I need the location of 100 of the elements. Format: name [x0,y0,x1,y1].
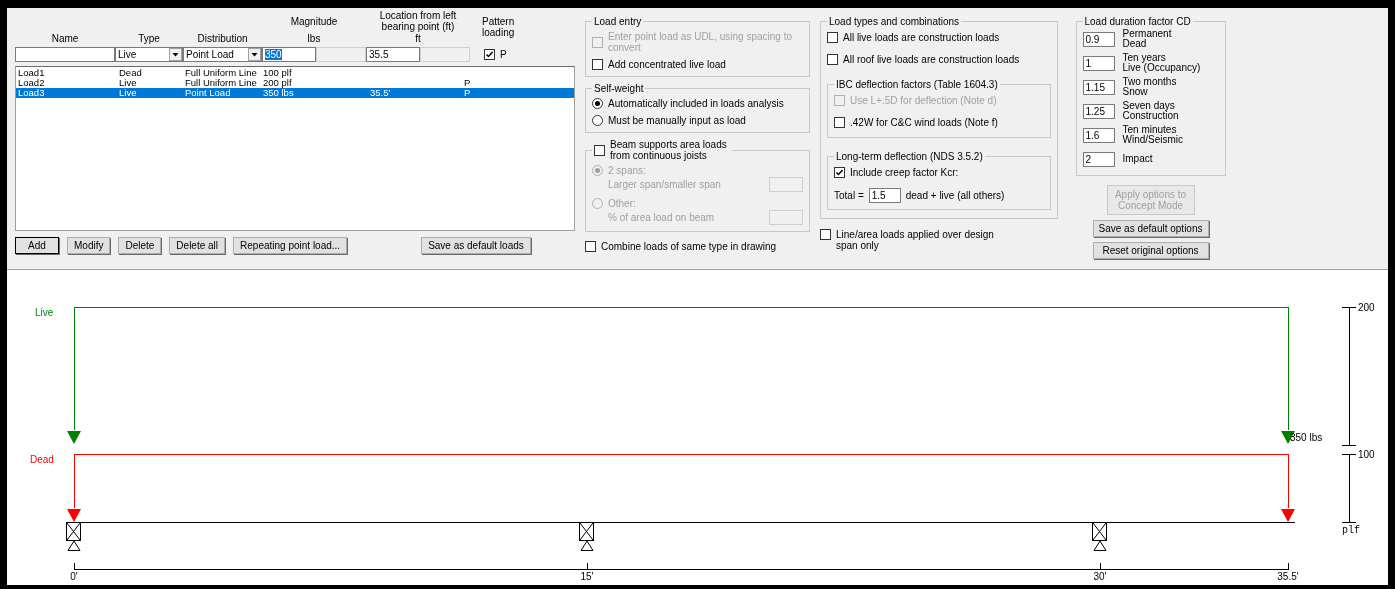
list-cell-text: Dead [119,68,143,78]
column-header: Distribution [196,33,249,44]
factor-label: Ten minutes [1122,125,1178,135]
checkbox-label: All live loads are construction loads [843,32,1000,43]
list-action-button[interactable]: Add [15,237,59,254]
checkbox-label: Use L+.5D for deflection (Note d) [850,95,997,106]
list-row[interactable]: Load3 Live Point Load 350 lbs 35.5' P [16,88,574,98]
factor-field[interactable]: 1 [1082,55,1115,71]
factor-label: Permanent [1122,29,1172,39]
group-title: Load duration factor CD [1083,16,1192,27]
factor-label: Ten years [1122,53,1166,63]
factor-field[interactable]: 0.9 [1082,31,1115,47]
column-header: Type [137,33,161,44]
type-dropdown[interactable]: Live [115,46,183,62]
location-field[interactable]: 35.5 [366,46,420,62]
group-title: Self-weight [593,83,645,94]
input-field[interactable] [769,177,803,192]
checkbox[interactable] [834,117,845,128]
distribution-dropdown[interactable]: Point Load [183,46,262,62]
scale-label: 100 [1358,449,1375,460]
list-cell-text: 200 plf [263,78,293,88]
list-cell-text: Point Load [185,88,232,98]
checkbox-label: All roof live loads are construction loads [843,54,1020,65]
list-cell-text: Live [119,78,138,88]
creep-factor-field[interactable]: 1.5 [868,188,901,203]
list-cell-text: 35.5' [370,88,392,98]
list-cell-text: Load3 [18,88,46,98]
radio-button[interactable] [592,115,603,126]
list-action-button[interactable]: Delete all [169,237,226,254]
dimension-label: 35.5' [1277,571,1299,582]
list-action-button[interactable]: Delete [118,237,162,254]
group-title: IBC deflection factors (Table 1604.3) [835,79,999,90]
magnitude-field[interactable]: 350 [262,46,316,62]
list-action-button[interactable]: Modify [67,237,111,254]
checkbox[interactable] [592,59,603,70]
scale-bar [1341,453,1357,523]
factor-label: Wind/Seismic [1122,135,1184,145]
dimension-label: 15' [580,571,594,582]
dimension-label: 30' [1093,571,1107,582]
caret-icon [169,47,182,61]
unit-label: lbs [307,33,321,44]
list-cell-text: Full Uniform Line [185,78,258,88]
group-title: Load types and combinations [828,16,961,27]
checkbox-label: Add concentrated live load [608,59,726,70]
load-type-label: Live [35,307,54,318]
checkbox[interactable] [594,144,605,156]
factor-field[interactable]: 1.15 [1082,79,1115,95]
checkbox[interactable] [827,54,838,65]
checkbox-label: Enter point load as UDL, using spacing to convert [608,31,793,53]
factor-label: Construction [1122,111,1179,121]
caret-icon [248,47,261,61]
checkbox[interactable] [834,167,845,178]
list-row[interactable]: Load1 Dead Full Uniform Line 100 plf [16,68,574,78]
column-header: Magnitude [290,16,338,27]
checkbox-label: Line/area loads applied over design span only [836,229,995,251]
list-cell-text: 100 plf [263,68,293,78]
factor-field[interactable]: 1.6 [1082,127,1115,143]
options-button[interactable]: Reset original options [1092,242,1209,259]
list-cell-text: Load1 [18,68,46,78]
checkbox[interactable] [585,241,596,252]
radio-label: Automatically included in loads analysis [608,98,784,109]
list-row[interactable]: Load2 Live Full Uniform Line 200 plf P [16,78,574,88]
unit-field [420,46,470,62]
list-cell-text: Live [119,88,138,98]
unit-label: ft [415,33,421,44]
save-loads-button[interactable]: Save as default loads [421,237,531,254]
options-button[interactable]: Save as default options [1092,220,1209,237]
checkbox[interactable] [484,48,495,60]
group-title: Load entry [593,16,643,27]
column-header: Name [50,33,80,44]
list-cell-text: P [464,88,472,98]
list-action-button[interactable]: Repeating point load... [233,237,348,254]
group-title: Long-term deflection (NDS 3.5.2) [835,151,984,162]
column-header: Pattern loading [481,16,516,38]
checkbox[interactable] [820,229,831,240]
factor-label: Snow [1122,87,1149,97]
column-header: Location from left bearing point (ft) [378,10,458,32]
field-label: dead + live (all others) [905,190,1005,201]
name-field[interactable] [15,46,115,62]
factor-field[interactable]: 2 [1082,151,1115,167]
checkbox-label: P [500,48,507,60]
list-cell-text: P [464,78,472,88]
checkbox[interactable] [827,32,838,43]
radio-button[interactable] [592,98,603,109]
field-label: Larger span/smaller span [608,179,721,190]
radio-label: 2 spans: [608,165,646,176]
loads-list[interactable]: Load1 Dead Full Uniform Line 100 plf Load2 Live Full Uniform Line 200 plf P Load3 Live Point Load 350 lbs 35.5' P [15,66,575,231]
unit-field [316,46,366,62]
checkbox-label: .42W for C&C wind loads (Note f) [850,117,998,128]
factor-label: Live (Occupancy) [1122,63,1201,73]
list-cell-text: Load2 [18,78,46,88]
field-label: Total = [834,190,864,201]
point-load-label: 350 lbs [1290,432,1323,443]
factor-label: Seven days [1122,101,1175,111]
radio-label: Other: [608,198,636,209]
factor-field[interactable]: 1.25 [1082,103,1115,119]
input-field[interactable] [769,210,803,225]
field-label: % of area load on beam [608,212,715,223]
load-type-label: Dead [30,454,54,465]
scale-label: 200 [1358,302,1375,313]
